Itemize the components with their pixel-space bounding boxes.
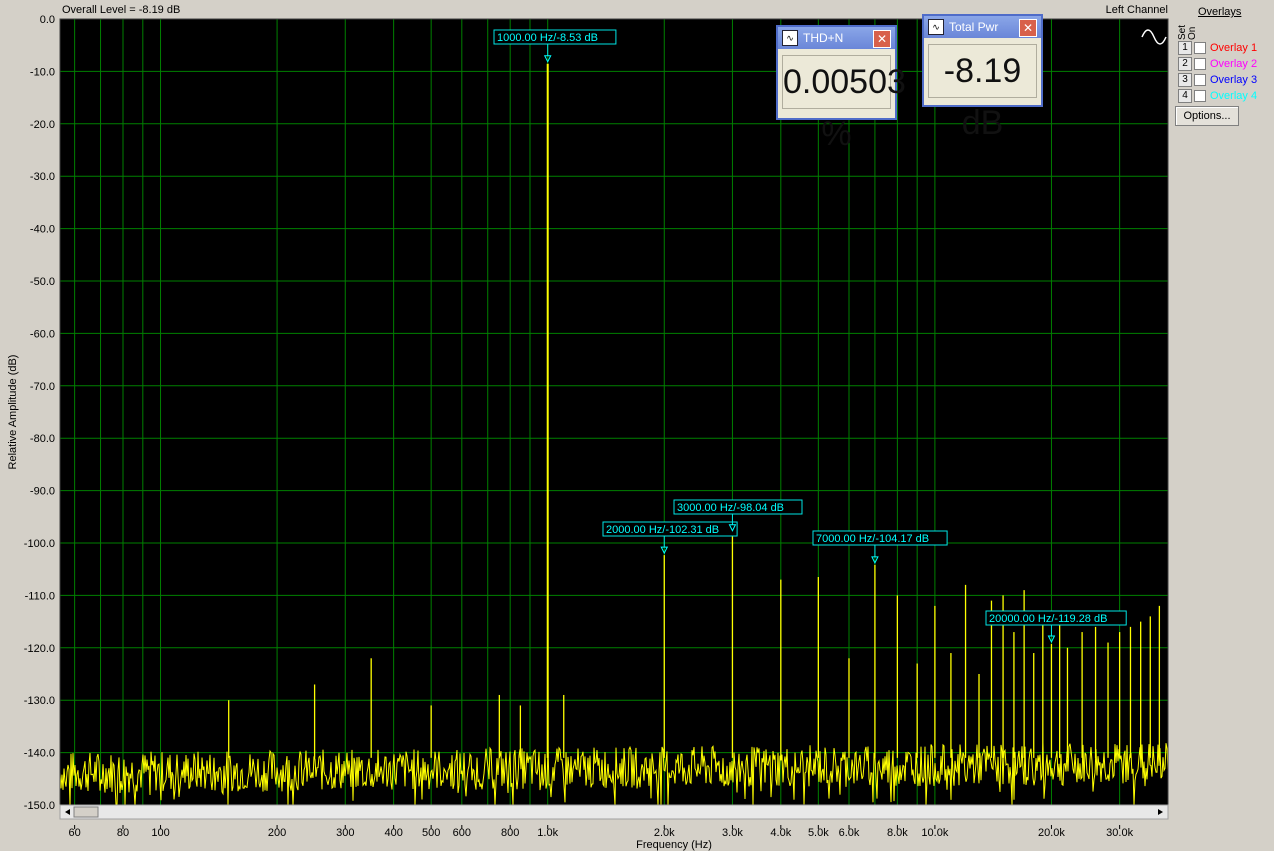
overlay-set-button[interactable]: 2 [1178,57,1192,71]
overlay-checkbox[interactable] [1194,74,1206,86]
thdn-value: 0.00503 % [782,55,906,153]
y-tick-label: -90.0 [30,486,55,498]
close-icon[interactable]: ✕ [873,30,891,48]
h-scrollbar [59,804,1169,820]
overlay-row: 3 Overlay 3 [1178,73,1257,87]
y-tick-label: -30.0 [30,171,55,183]
y-tick-label: -40.0 [30,224,55,236]
overlay-checkbox[interactable] [1194,58,1206,70]
overlay-set-button[interactable]: 4 [1178,89,1192,103]
x-tick-label: 200 [268,827,286,839]
channel-label: Left Channel [1106,4,1168,16]
overall-level: Overall Level = -8.19 dB [62,4,180,16]
y-tick-label: -100.0 [24,538,55,550]
y-tick-label: -70.0 [30,381,55,393]
x-tick-label: 60 [69,827,81,839]
overlay-set-button[interactable]: 3 [1178,73,1192,87]
scroll-thumb[interactable] [73,806,99,818]
x-tick-label: 1.0k [537,827,558,839]
overlay-name: Overlay 3 [1210,74,1258,86]
overlay-row: 2 Overlay 2 [1178,57,1257,71]
y-axis-label: Relative Amplitude (dB) [7,355,19,470]
x-tick-label: 10.0k [921,827,948,839]
y-tick-label: -130.0 [24,695,55,707]
y-tick-label: -140.0 [24,748,55,760]
overlay-name: Overlay 2 [1210,58,1258,70]
y-tick-label: -10.0 [30,66,55,78]
y-tick-label: 0.0 [40,14,55,26]
x-tick-label: 600 [453,827,471,839]
x-tick-label: 4.0k [770,827,791,839]
y-tick-label: -120.0 [24,643,55,655]
overlay-checkbox[interactable] [1194,90,1206,102]
thdn-meter[interactable]: ∿ THD+N ✕ 0.00503 % [776,25,906,153]
marker-label: 1000.00 Hz/-8.53 dB [497,32,598,44]
on-label: On [1187,26,1198,40]
x-axis-label: Frequency (Hz) [636,839,712,851]
overlay-set-button[interactable]: 1 [1178,41,1192,55]
y-tick-label: -80.0 [30,433,55,445]
x-tick-label: 6.0k [839,827,860,839]
x-tick-label: 80 [117,827,129,839]
x-tick-label: 2.0k [654,827,675,839]
overlay-name: Overlay 1 [1210,42,1258,54]
x-tick-label: 400 [384,827,402,839]
y-tick-label: -110.0 [25,590,55,602]
close-icon[interactable]: ✕ [1019,19,1037,37]
marker-label: 20000.00 Hz/-119.28 dB [989,613,1107,625]
x-tick-label: 8.0k [887,827,908,839]
x-tick-label: 3.0k [722,827,743,839]
x-tick-label: 800 [501,827,519,839]
overlay-name: Overlay 4 [1210,90,1258,102]
x-tick-label: 20.0k [1038,827,1065,839]
overlays-title: Overlays [1198,6,1242,18]
meter-icon: ∿ [782,30,798,46]
y-tick-label: -150.0 [24,800,55,812]
marker-label: 2000.00 Hz/-102.31 dB [606,524,719,536]
x-tick-label: 30.0k [1106,827,1133,839]
meter-icon: ∿ [928,19,944,35]
overlay-row: 4 Overlay 4 [1178,89,1257,103]
y-tick-label: -50.0 [30,276,55,288]
thdn-meter-title: THD+N [803,31,844,45]
overlay-checkbox[interactable] [1194,42,1206,54]
x-tick-label: 500 [422,827,440,839]
x-tick-label: 100 [151,827,169,839]
options-button[interactable]: Options... [1175,106,1239,126]
marker-label: 7000.00 Hz/-104.17 dB [816,533,929,545]
y-tick-label: -20.0 [30,119,55,131]
marker-label: 3000.00 Hz/-98.04 dB [677,502,784,514]
y-tick-label: -60.0 [30,328,55,340]
x-tick-label: 5.0k [808,827,829,839]
spectrum-chart: 0.0 -10.0 -20.0 -30.0 -40.0 -50.0 -60.0 -70.0 -8… [7,4,1169,851]
x-tick-label: 300 [336,827,354,839]
overlay-row: 1 Overlay 1 [1178,41,1257,55]
total-pwr-value: -8.19 dB [928,44,1037,142]
total-pwr-meter-title: Total Pwr [949,20,999,34]
total-pwr-meter[interactable]: ∿ Total Pwr ✕ -8.19 dB [922,14,1043,142]
